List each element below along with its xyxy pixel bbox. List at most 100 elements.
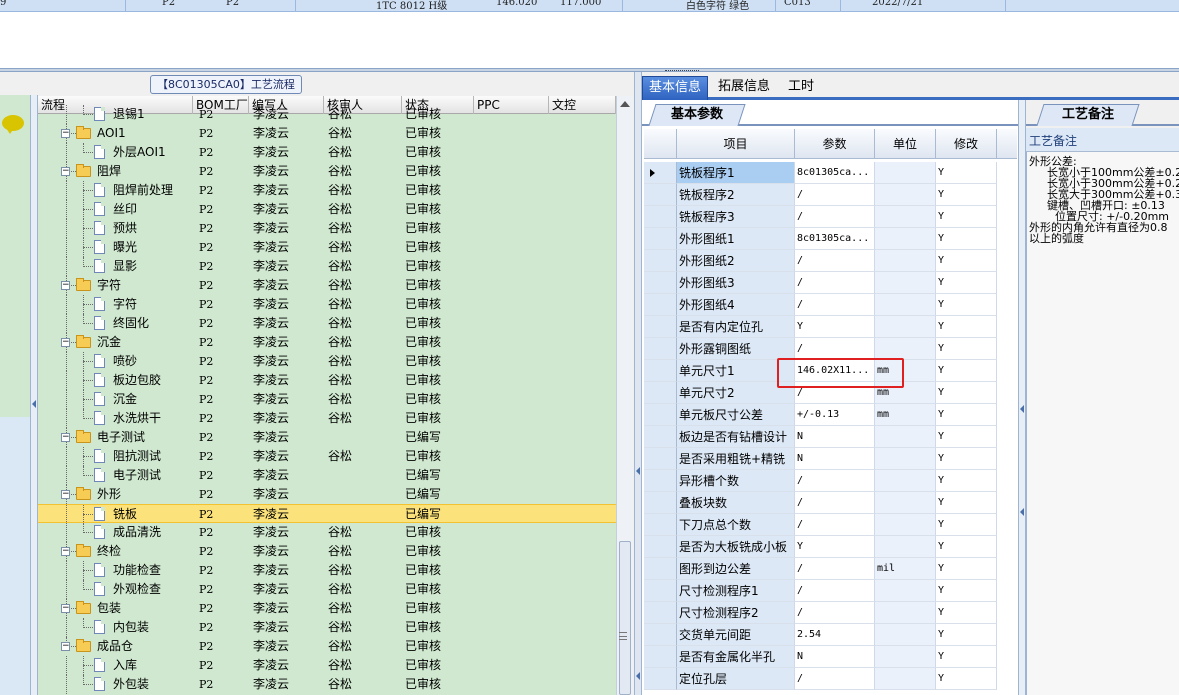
- row-indicator[interactable]: [644, 558, 677, 580]
- tree-row[interactable]: 沉金 P2 李凌云 谷松 已审核: [38, 390, 616, 409]
- tree-expander-icon[interactable]: −: [61, 604, 70, 613]
- tree-expander-icon[interactable]: −: [61, 642, 70, 651]
- param-value-cell[interactable]: N: [795, 448, 875, 470]
- row-indicator[interactable]: [644, 668, 677, 690]
- tree-row[interactable]: 终固化 P2 李凌云 谷松 已审核: [38, 314, 616, 333]
- process-tree[interactable]: 流程 BOM工厂 编写人 核审人 状态 PPC 文控 退锡1 P2 李凌云 谷松 已审核 − AOI1 P…: [38, 96, 616, 695]
- param-modify-cell[interactable]: Y: [936, 470, 997, 492]
- tree-row[interactable]: − AOI1 P2 李凌云 谷松 已审核: [38, 124, 616, 143]
- param-modify-cell[interactable]: Y: [936, 316, 997, 338]
- param-unit-cell[interactable]: [875, 206, 936, 228]
- param-row[interactable]: 叠板块数 / Y: [644, 492, 997, 514]
- collapse-right-icon[interactable]: [1020, 508, 1024, 516]
- param-unit-cell[interactable]: [875, 228, 936, 250]
- param-modify-cell[interactable]: Y: [936, 668, 997, 690]
- collapse-left-icon[interactable]: [32, 400, 36, 408]
- param-unit-cell[interactable]: [875, 272, 936, 294]
- param-modify-cell[interactable]: Y: [936, 250, 997, 272]
- row-indicator[interactable]: [644, 294, 677, 316]
- grip-icon[interactable]: [619, 632, 627, 640]
- subtab-basic-params[interactable]: 基本参数: [648, 104, 746, 126]
- param-value-cell[interactable]: /: [795, 184, 875, 206]
- param-modify-cell[interactable]: Y: [936, 360, 997, 382]
- param-row[interactable]: 是否有内定位孔 Y Y: [644, 316, 997, 338]
- param-row[interactable]: 交货单元间距 2.54 Y: [644, 624, 997, 646]
- tree-row[interactable]: 喷砂 P2 李凌云 谷松 已审核: [38, 352, 616, 371]
- param-unit-cell[interactable]: [875, 162, 936, 184]
- row-indicator[interactable]: [644, 448, 677, 470]
- row-indicator[interactable]: [644, 316, 677, 338]
- row-indicator[interactable]: [644, 228, 677, 250]
- param-unit-cell[interactable]: mil: [875, 558, 936, 580]
- tree-row[interactable]: 外观检查 P2 李凌云 谷松 已审核: [38, 580, 616, 599]
- scroll-up-icon[interactable]: [620, 101, 630, 107]
- param-value-cell[interactable]: 8c01305ca...: [795, 162, 875, 184]
- param-row[interactable]: 单元板尺寸公差 +/-0.13 mm Y: [644, 404, 997, 426]
- chat-bubble-icon[interactable]: [2, 115, 24, 134]
- row-indicator[interactable]: [644, 360, 677, 382]
- param-modify-cell[interactable]: Y: [936, 426, 997, 448]
- param-value-cell[interactable]: Y: [795, 316, 875, 338]
- param-unit-cell[interactable]: [875, 580, 936, 602]
- param-row[interactable]: 外形图纸2/ Y: [644, 250, 997, 272]
- param-unit-cell[interactable]: [875, 338, 936, 360]
- tree-expander-icon[interactable]: −: [61, 281, 70, 290]
- param-modify-cell[interactable]: Y: [936, 382, 997, 404]
- param-row[interactable]: 铣板程序2/ Y: [644, 184, 997, 206]
- tab-extended-info[interactable]: 拓展信息: [712, 76, 776, 100]
- param-row[interactable]: 是否采用粗铣+精铣 N Y: [644, 448, 997, 470]
- row-indicator[interactable]: [644, 624, 677, 646]
- left-splitter[interactable]: [31, 95, 38, 695]
- tree-row[interactable]: 丝印 P2 李凌云 谷松 已审核: [38, 200, 616, 219]
- row-indicator[interactable]: [644, 404, 677, 426]
- row-indicator[interactable]: [644, 492, 677, 514]
- tree-expander-icon[interactable]: −: [61, 338, 70, 347]
- param-value-cell[interactable]: /: [795, 470, 875, 492]
- row-indicator[interactable]: [644, 602, 677, 624]
- param-unit-cell[interactable]: [875, 448, 936, 470]
- row-indicator[interactable]: [644, 206, 677, 228]
- param-modify-cell[interactable]: Y: [936, 580, 997, 602]
- tab-labor-hours[interactable]: 工时: [782, 76, 820, 100]
- param-value-cell[interactable]: /: [795, 580, 875, 602]
- param-unit-cell[interactable]: [875, 316, 936, 338]
- param-value-cell[interactable]: /: [795, 294, 875, 316]
- param-value-cell[interactable]: /: [795, 558, 875, 580]
- row-indicator[interactable]: [644, 646, 677, 668]
- param-row[interactable]: 图形到边公差 / mil Y: [644, 558, 997, 580]
- row-indicator[interactable]: [644, 250, 677, 272]
- param-row[interactable]: 尺寸检测程序1/ Y: [644, 580, 997, 602]
- param-row[interactable]: 是否有金属化半孔 N Y: [644, 646, 997, 668]
- param-row[interactable]: 外形图纸1 8c01305ca... Y: [644, 228, 997, 250]
- tree-row[interactable]: 阻抗测试 P2 李凌云 谷松 已审核: [38, 447, 616, 466]
- tree-row[interactable]: 内包装 P2 李凌云 谷松 已审核: [38, 618, 616, 637]
- param-row[interactable]: 板边是否有钻槽设计 N Y: [644, 426, 997, 448]
- scroll-thumb[interactable]: [619, 541, 631, 695]
- row-indicator[interactable]: [644, 338, 677, 360]
- param-value-cell[interactable]: Y: [795, 536, 875, 558]
- row-indicator[interactable]: [644, 470, 677, 492]
- tree-row[interactable]: 预烘 P2 李凌云 谷松 已审核: [38, 219, 616, 238]
- param-value-cell[interactable]: /: [795, 250, 875, 272]
- row-indicator[interactable]: [644, 536, 677, 558]
- collapse-right-icon[interactable]: [1020, 405, 1024, 413]
- tree-expander-icon[interactable]: −: [61, 433, 70, 442]
- tree-expander-icon[interactable]: −: [61, 490, 70, 499]
- tab-basic-info[interactable]: 基本信息: [642, 76, 709, 100]
- param-modify-cell[interactable]: Y: [936, 492, 997, 514]
- param-column-header[interactable]: 项目: [677, 129, 795, 159]
- param-unit-cell[interactable]: [875, 294, 936, 316]
- param-modify-cell[interactable]: Y: [936, 536, 997, 558]
- param-row[interactable]: 外形图纸3/ Y: [644, 272, 997, 294]
- row-indicator[interactable]: [644, 184, 677, 206]
- param-row[interactable]: 铣板程序3/ Y: [644, 206, 997, 228]
- param-column-header[interactable]: 参数: [795, 129, 875, 159]
- tree-row[interactable]: 曝光 P2 李凌云 谷松 已审核: [38, 238, 616, 257]
- param-modify-cell[interactable]: Y: [936, 272, 997, 294]
- row-indicator[interactable]: [644, 162, 677, 184]
- tree-row[interactable]: − 成品仓 P2 李凌云 谷松 已审核: [38, 637, 616, 656]
- param-row[interactable]: 尺寸检测程序2/ Y: [644, 602, 997, 624]
- tree-row[interactable]: 显影 P2 李凌云 谷松 已审核: [38, 257, 616, 276]
- param-row[interactable]: 定位孔层 / Y: [644, 668, 997, 690]
- tree-row[interactable]: 板边包胶 P2 李凌云 谷松 已审核: [38, 371, 616, 390]
